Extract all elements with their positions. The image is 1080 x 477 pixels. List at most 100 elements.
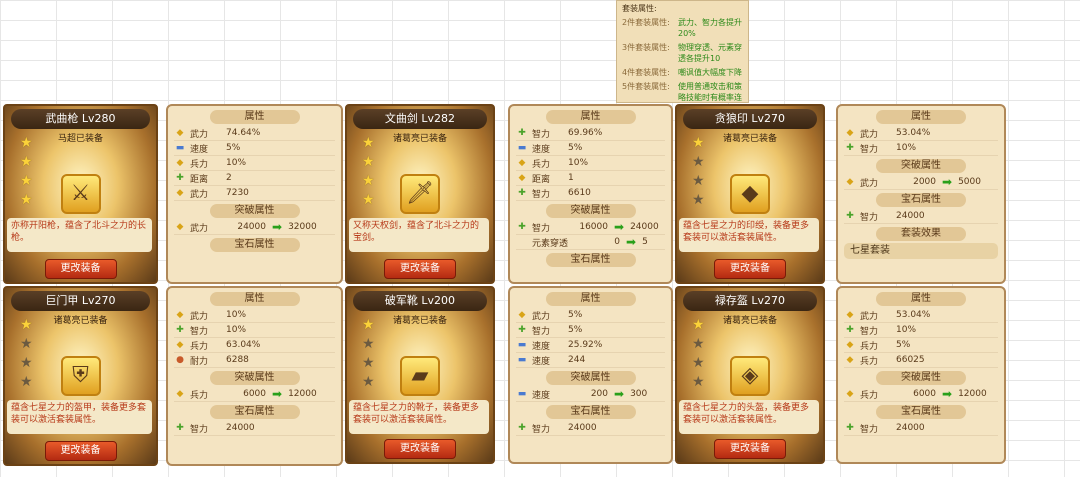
change-equipment-button[interactable]: 更改装备 bbox=[714, 259, 786, 279]
equipment-card: 贪狼印 Lv270 诸葛亮已装备 ★ ★ ★ ★ ◆ 蕴含七星之力的印绶，装备更多套装可以激活… bbox=[675, 104, 825, 284]
change-equipment-button[interactable]: 更改装备 bbox=[384, 439, 456, 459]
armor-icon[interactable]: ⛨ bbox=[60, 356, 101, 396]
stat-from-value: 6000 bbox=[913, 389, 936, 399]
stat-name: 智力 bbox=[860, 212, 879, 223]
star-icon: ★ bbox=[362, 317, 375, 333]
stat-value: 63.04% bbox=[226, 340, 261, 350]
stat-icon: ◆ bbox=[846, 177, 854, 187]
stat-value: 10% bbox=[226, 158, 247, 168]
attribute-row: ▬ 速度 244 bbox=[516, 353, 665, 368]
stat-to-value: 5 bbox=[642, 237, 648, 247]
stat-value: 5% bbox=[568, 310, 583, 320]
sword-icon[interactable]: 🗡 bbox=[400, 174, 440, 214]
stat-value: 244 bbox=[568, 355, 586, 365]
stat-name: 智力 bbox=[860, 326, 879, 337]
spear-icon[interactable]: ⚔ bbox=[60, 174, 101, 214]
attribute-row: ◆ 武力 53.04% bbox=[844, 126, 998, 141]
star-icon: ★ bbox=[20, 317, 33, 333]
stat-value: 5% bbox=[568, 143, 583, 153]
stat-icon: ◆ bbox=[846, 340, 854, 350]
stat-name: 武力 bbox=[532, 311, 551, 322]
breakthrough-header: 突破属性 bbox=[876, 159, 966, 173]
stat-name: 智力 bbox=[860, 144, 879, 155]
stat-value: 53.04% bbox=[896, 128, 931, 138]
stat-icon: ▬ bbox=[517, 340, 527, 350]
stat-name: 速度 bbox=[190, 144, 209, 155]
star-icon: ★ bbox=[692, 173, 705, 189]
attribute-row: ✚ 距离 2 bbox=[174, 171, 335, 186]
attributes-header: 属性 bbox=[209, 292, 300, 306]
star-icon: ★ bbox=[362, 355, 375, 371]
equipment-title: 贪狼印 Lv270 bbox=[683, 109, 817, 129]
gem-row: ✚ 智力 24000 bbox=[844, 209, 998, 224]
gem-attributes-header: 宝石属性 bbox=[545, 405, 636, 419]
stat-name: 元素穿透 bbox=[532, 238, 569, 249]
arrow-icon: ➡ bbox=[614, 220, 625, 234]
stat-name: 速度 bbox=[532, 356, 551, 367]
attributes-header: 属性 bbox=[209, 110, 300, 124]
attribute-row: ✚ 智力 10% bbox=[844, 323, 998, 338]
attribute-panel: 属性 ◆ 武力 5% ✚ 智力 5% ▬ 速度 25.92% ▬ 速度 244 突破属性 ▬ 速度 200 ➡ 30… bbox=[508, 286, 673, 464]
boots-icon: ▰ bbox=[411, 363, 429, 388]
arrow-icon: ➡ bbox=[942, 387, 953, 401]
stat-name: 兵力 bbox=[190, 341, 209, 352]
attribute-row: ◆ 武力 10% bbox=[174, 308, 335, 323]
helmet-icon[interactable]: ◈ bbox=[730, 356, 770, 396]
star-icon: ★ bbox=[362, 135, 375, 151]
stat-value: 24000 bbox=[896, 423, 925, 433]
attributes-header: 属性 bbox=[545, 110, 636, 124]
stat-icon: ◆ bbox=[176, 222, 184, 232]
attribute-row: ◆ 武力 5% bbox=[516, 308, 665, 323]
stat-icon: ◆ bbox=[846, 128, 854, 138]
attribute-row: ◆ 兵力 63.04% bbox=[174, 338, 335, 353]
stat-value: 24000 bbox=[568, 423, 597, 433]
stat-icon: ✚ bbox=[846, 325, 854, 335]
stat-icon: ✚ bbox=[518, 423, 526, 433]
breakthrough-row: ✚ 智力 16000 ➡ 24000 bbox=[516, 220, 665, 235]
star-icon: ★ bbox=[362, 154, 375, 170]
change-equipment-button[interactable]: 更改装备 bbox=[384, 259, 456, 279]
stat-value: 5% bbox=[226, 143, 241, 153]
stat-icon: ◆ bbox=[176, 310, 184, 320]
stat-icon: ✚ bbox=[176, 325, 184, 335]
suit-row: 3件套装属性: 物理穿透、元素穿透各提升10 bbox=[622, 43, 742, 63]
breakthrough-header: 突破属性 bbox=[876, 371, 966, 385]
attribute-row: ◆ 兵力 10% bbox=[174, 156, 335, 171]
seal-icon[interactable]: ◆ bbox=[730, 174, 770, 214]
attribute-panel: 属性 ◆ 武力 10% ✚ 智力 10% ◆ 兵力 63.04% ● 耐力 6288 突破属性 ◆ 兵力 600… bbox=[166, 286, 343, 466]
breakthrough-row: ◆ 兵力 6000 ➡ 12000 bbox=[174, 387, 335, 402]
stat-from-value: 2000 bbox=[913, 177, 936, 187]
gem-row: ✚ 智力 24000 bbox=[844, 421, 998, 436]
stat-value: 24000 bbox=[226, 423, 255, 433]
star-rating: ★ ★ ★ ★ bbox=[20, 318, 34, 394]
stat-to-value: 5000 bbox=[958, 177, 981, 187]
stat-from-value: 200 bbox=[590, 389, 608, 399]
change-equipment-button[interactable]: 更改装备 bbox=[44, 259, 117, 279]
stat-value: 5% bbox=[896, 340, 911, 350]
sword-icon: 🗡 bbox=[406, 181, 434, 206]
breakthrough-row: ◆ 武力 24000 ➡ 32000 bbox=[174, 220, 335, 235]
stat-name: 智力 bbox=[532, 223, 551, 234]
arrow-icon: ➡ bbox=[942, 175, 953, 189]
attribute-row: ◆ 兵力 10% bbox=[516, 156, 665, 171]
stat-name: 兵力 bbox=[532, 159, 551, 170]
breakthrough-header: 突破属性 bbox=[545, 204, 636, 218]
gem-attributes-header: 宝石属性 bbox=[209, 238, 300, 252]
stat-name: 速度 bbox=[532, 341, 551, 352]
change-equipment-button[interactable]: 更改装备 bbox=[44, 441, 117, 461]
equipment-title: 武曲枪 Lv280 bbox=[11, 109, 150, 129]
boots-icon[interactable]: ▰ bbox=[400, 356, 440, 396]
attribute-row: ✚ 智力 69.96% bbox=[516, 126, 665, 141]
stat-name: 兵力 bbox=[190, 390, 209, 401]
stat-icon: ◆ bbox=[176, 158, 184, 168]
stat-value: 53.04% bbox=[896, 310, 931, 320]
equipment-description: 蕴含七星之力的盔甲，装备更多套装可以激活套装属性。 bbox=[7, 400, 152, 434]
stat-from-value: 24000 bbox=[237, 222, 266, 232]
helmet-icon: ◈ bbox=[741, 363, 759, 388]
attribute-row: ◆ 武力 74.64% bbox=[174, 126, 335, 141]
change-equipment-button[interactable]: 更改装备 bbox=[714, 439, 786, 459]
attributes-header: 属性 bbox=[876, 110, 966, 124]
stat-value: 25.92% bbox=[568, 340, 603, 350]
stat-value: 1 bbox=[568, 173, 574, 183]
star-icon: ★ bbox=[20, 154, 33, 170]
